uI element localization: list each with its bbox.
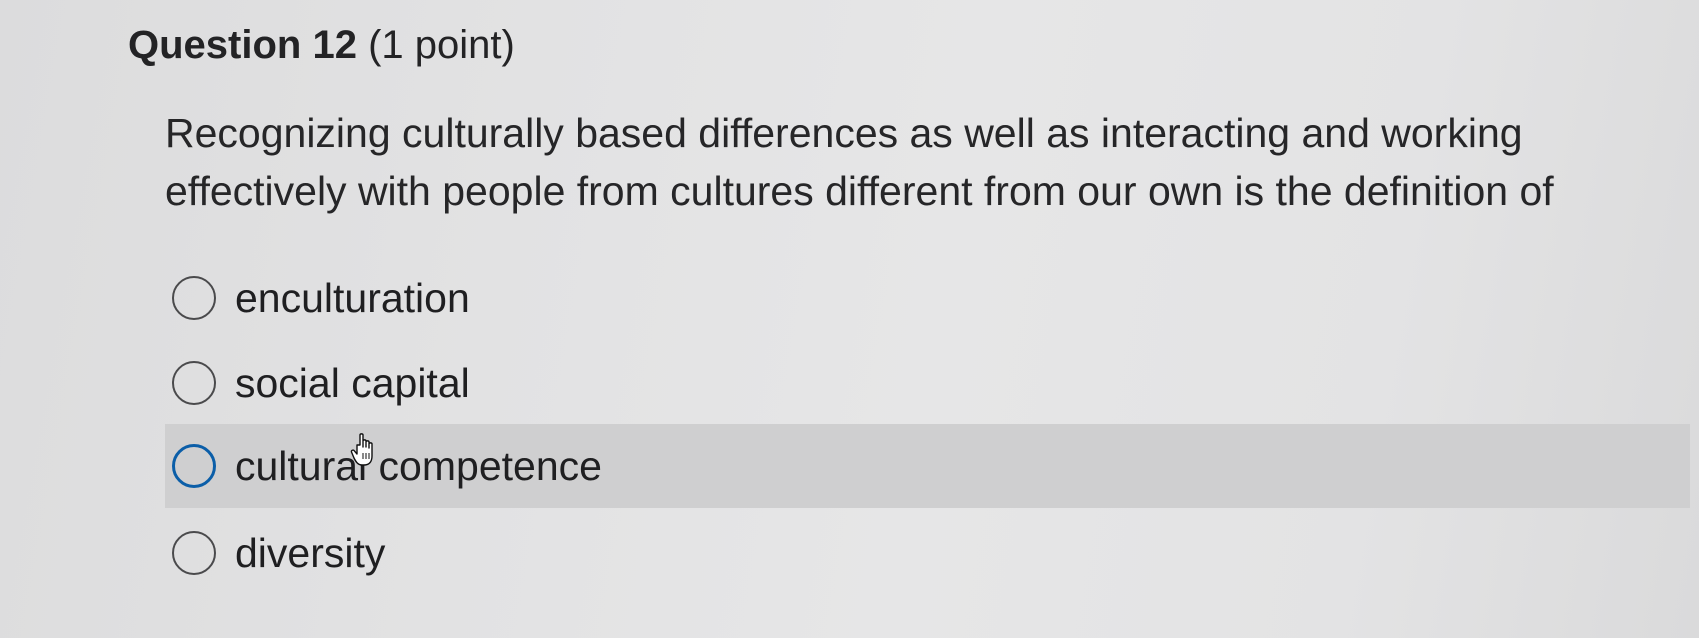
radio-button[interactable] [172,444,216,488]
option-enculturation[interactable]: enculturation [165,256,1690,340]
option-label: social capital [235,359,470,406]
radio-button[interactable] [172,361,216,405]
option-label: diversity [235,529,386,576]
answer-options: enculturation social capital cultural co… [0,0,1699,638]
radio-button[interactable] [172,276,216,320]
option-diversity[interactable]: diversity [165,511,1690,595]
hand-pointer-icon [350,433,373,466]
option-social-capital[interactable]: social capital [165,341,1690,425]
option-cultural-competence[interactable]: cultural competence [165,424,1690,508]
radio-button[interactable] [172,531,216,575]
option-label: enculturation [235,274,470,321]
option-label: cultural competence [235,442,602,489]
